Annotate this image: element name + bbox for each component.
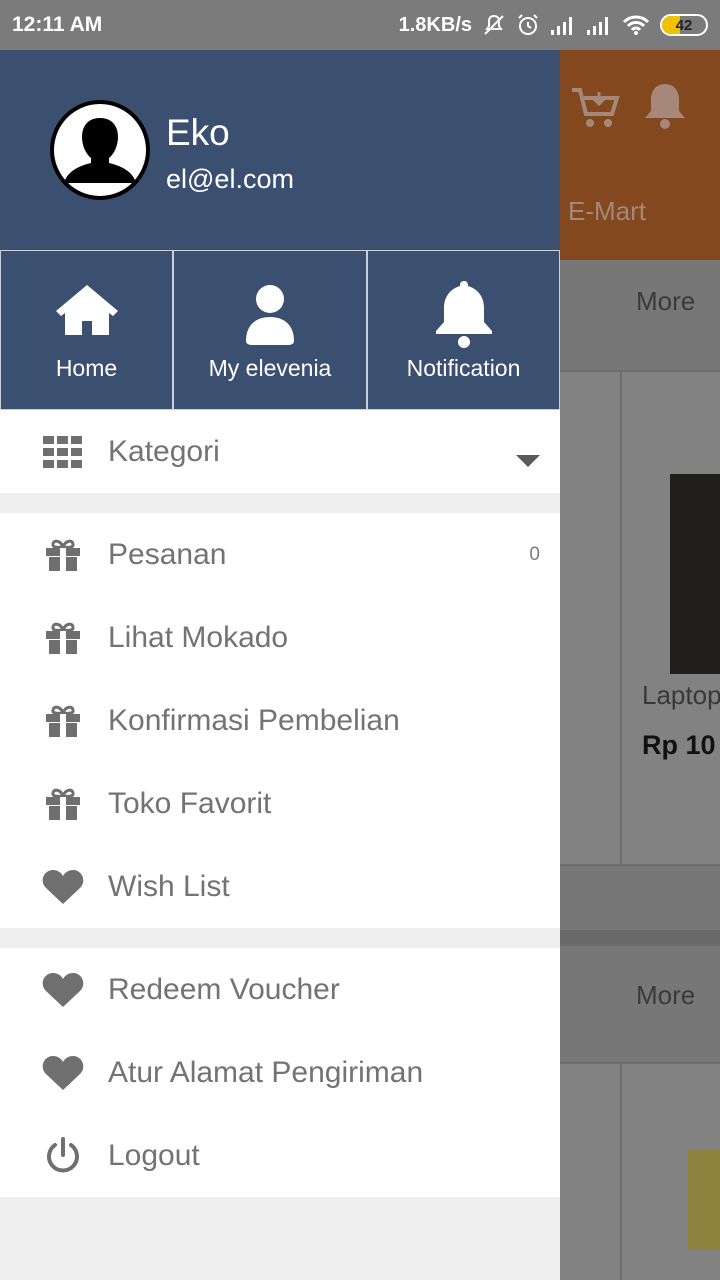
chevron-down-icon [516, 455, 540, 467]
product-card [560, 370, 622, 866]
menu-item-label: Lihat Mokado [108, 620, 289, 654]
alarm-icon [518, 14, 538, 35]
profile-header: Eko el@el.com [0, 50, 560, 250]
more-link: More [636, 286, 696, 316]
product-image [670, 474, 720, 674]
user-icon [246, 285, 294, 345]
my-elevenia-button[interactable]: My elevenia [173, 250, 367, 410]
power-icon [47, 1136, 79, 1172]
menu-item-toko-favorit[interactable]: Toko Favorit [0, 762, 560, 845]
category-section: Kategori [0, 410, 560, 493]
gift-icon [46, 705, 80, 737]
product-price: Rp 10 [642, 730, 716, 760]
menu-item-label: Atur Alamat Pengiriman [108, 1055, 424, 1089]
more-link: More [636, 980, 696, 1010]
status-time: 12:11 AM [12, 13, 103, 36]
menu-item-label: Wish List [108, 869, 230, 903]
my-elevenia-label: My elevenia [208, 355, 332, 381]
product-card [560, 1062, 622, 1280]
status-bar: 12:11 AM 1.8KB/s 42 [0, 0, 720, 50]
menu-item-konfirmasi-pembelian[interactable]: Konfirmasi Pembelian [0, 679, 560, 762]
menu-account: Redeem Voucher Atur Alamat Pengiriman Lo… [0, 948, 560, 1197]
bell-icon [645, 84, 685, 129]
product-title: Laptop [642, 680, 720, 710]
notification-button[interactable]: Notification [367, 250, 560, 410]
menu-main: Pesanan 0 Lihat Mokado Konfirmasi Pembel… [0, 513, 560, 928]
product-image [688, 1150, 720, 1250]
app-bar: E-Mart [560, 50, 720, 260]
divider [560, 930, 720, 946]
menu-item-label: Toko Favorit [108, 786, 272, 820]
home-label: Home [55, 355, 118, 381]
wifi-icon [622, 15, 650, 35]
menu-item-pesanan[interactable]: Pesanan 0 [0, 513, 560, 596]
menu-item-label: Pesanan [108, 537, 227, 571]
gift-icon [46, 539, 80, 571]
menu-item-redeem-voucher[interactable]: Redeem Voucher [0, 948, 560, 1031]
menu-item-label: Konfirmasi Pembelian [108, 703, 400, 737]
heart-icon [42, 972, 84, 1007]
menu-item-wish-list[interactable]: Wish List [0, 845, 560, 928]
bell-icon [435, 281, 492, 350]
navigation-drawer: Eko el@el.com Home My elevenia Notificat… [0, 50, 560, 1280]
user-name: Eko [166, 112, 230, 153]
brand-label: E-Mart [568, 196, 646, 226]
notification-label: Notification [406, 355, 521, 381]
battery-icon: 42 [660, 14, 708, 36]
menu-item-logout[interactable]: Logout [0, 1114, 560, 1197]
menu-item-atur-alamat[interactable]: Atur Alamat Pengiriman [0, 1031, 560, 1114]
cart-download-icon [572, 88, 620, 127]
quick-actions: Home My elevenia Notification [0, 250, 560, 410]
signal-icon [551, 17, 572, 35]
battery-level: 42 [675, 16, 693, 34]
category-dropdown[interactable]: Kategori [0, 410, 560, 493]
signal-icon [587, 17, 608, 35]
mute-icon [484, 14, 504, 35]
order-count-badge: 0 [529, 543, 540, 565]
menu-item-label: Redeem Voucher [108, 972, 340, 1006]
gift-icon [46, 788, 80, 820]
avatar[interactable] [50, 100, 150, 200]
background-app: E-Mart More Laptop Rp 10 More [560, 50, 720, 1280]
grid-icon [43, 435, 82, 468]
user-silhouette-icon [64, 118, 136, 183]
home-button[interactable]: Home [0, 250, 173, 410]
heart-icon [42, 1055, 84, 1090]
category-label: Kategori [108, 434, 220, 468]
user-email: el@el.com [166, 164, 294, 194]
menu-item-lihat-mokado[interactable]: Lihat Mokado [0, 596, 560, 679]
network-speed: 1.8KB/s [398, 13, 472, 36]
home-icon [55, 285, 118, 335]
menu-item-label: Logout [108, 1138, 200, 1172]
gift-icon [46, 622, 80, 654]
heart-icon [42, 869, 84, 904]
